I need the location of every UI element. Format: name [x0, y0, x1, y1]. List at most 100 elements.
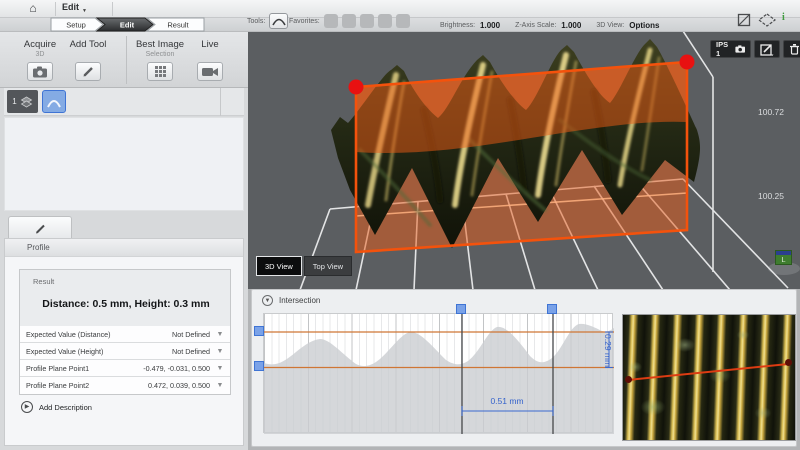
right-marker-handle[interactable]: [547, 304, 557, 314]
property-label: Profile Plane Point1: [20, 364, 89, 373]
upper-line-handle[interactable]: [254, 326, 264, 336]
chevron-down-icon[interactable]: ▼: [210, 365, 230, 372]
add-tool-title: Add Tool: [62, 39, 114, 50]
trash-icon: [789, 43, 800, 55]
menubar-divider: [55, 2, 56, 16]
menu-edit[interactable]: Edit▼: [62, 2, 87, 14]
tool-thumbnail-strip: 1: [4, 88, 244, 116]
chevron-down-icon[interactable]: ▼: [210, 331, 230, 338]
tool-list-empty-area: [4, 117, 244, 211]
profile-tool-button[interactable]: [269, 13, 288, 29]
video-camera-icon: [201, 66, 219, 78]
intersection-panel: ▼ Intersection 0.51 mm 0.29 mm: [251, 289, 797, 447]
property-value: 0.472, 0.039, 0.500: [148, 381, 210, 390]
grid-icon: [154, 65, 167, 78]
info-icon[interactable]: i: [782, 12, 785, 23]
plane-view-button[interactable]: [757, 11, 777, 29]
view3d-options[interactable]: Options: [629, 21, 659, 30]
chevron-down-icon[interactable]: ▼: [210, 348, 230, 355]
brightness-value[interactable]: 1.000: [480, 21, 500, 30]
property-row-expected-height[interactable]: Expected Value (Height) Not Defined ▼: [20, 343, 230, 360]
z-axis-label-top: 100.72: [748, 107, 794, 117]
pencil-icon: [82, 65, 95, 78]
plane-endpoint-left[interactable]: [349, 80, 364, 95]
tab-setup-label: Setup: [66, 21, 86, 30]
edit-profile-tab[interactable]: [8, 216, 72, 239]
view-3d-button[interactable]: 3D View: [256, 256, 302, 276]
dataset-index: 1: [12, 97, 16, 106]
profile-chart[interactable]: 0.51 mm 0.29 mm: [263, 313, 613, 433]
home-icon[interactable]: ⌂: [18, 1, 48, 17]
dataset-thumbnail[interactable]: 1: [7, 90, 38, 113]
profile-line-overlay[interactable]: [628, 363, 788, 381]
profile-tool-thumbnail-selected[interactable]: [42, 90, 66, 113]
surface-photo[interactable]: [622, 314, 796, 441]
orientation-cube[interactable]: L: [766, 248, 800, 278]
tool-header-divider: [126, 36, 127, 84]
favorite-slot[interactable]: [360, 14, 374, 28]
live-button[interactable]: [197, 62, 223, 81]
delete-button[interactable]: [783, 40, 800, 58]
annotate-button[interactable]: [754, 40, 780, 58]
capture-cluster: IPS 1: [710, 40, 800, 58]
plane-endpoint-right[interactable]: [680, 55, 695, 70]
left-marker-handle[interactable]: [456, 304, 466, 314]
profile-line-endpoint-left[interactable]: [625, 376, 632, 383]
tools-cluster: Tools:: [247, 12, 288, 30]
strip-divider: [220, 88, 221, 116]
favorite-slot[interactable]: [342, 14, 356, 28]
profile-chart-svg: 0.51 mm 0.29 mm: [264, 314, 614, 434]
tool-header: Acquire 3D Add Tool Best Image Selection…: [0, 32, 248, 88]
result-label: Result: [33, 277, 54, 286]
zscale-value[interactable]: 1.000: [561, 21, 581, 30]
cube-box: L: [775, 250, 792, 265]
left-panel: Acquire 3D Add Tool Best Image Selection…: [0, 32, 248, 450]
z-axis-label-bottom: 100.25: [748, 191, 794, 201]
favorite-slot[interactable]: [378, 14, 392, 28]
fit-region-icon: [736, 12, 752, 28]
view-toggle: 3D View Top View: [256, 256, 352, 276]
profile-line-endpoint-right[interactable]: [785, 359, 792, 366]
add-description[interactable]: ▶ Add Description: [21, 401, 92, 413]
favorite-slot[interactable]: [324, 14, 338, 28]
profile-wave-fill: [264, 324, 614, 434]
collapse-icon[interactable]: ▼: [262, 295, 273, 306]
profile-curve-icon: [272, 16, 286, 26]
chevron-down-icon[interactable]: ▼: [210, 382, 230, 389]
best-image-button[interactable]: [147, 62, 173, 81]
tab-edit-label: Edit: [120, 21, 135, 30]
property-value: Not Defined: [172, 347, 210, 356]
height-dimension-label: 0.29 mm: [603, 334, 613, 367]
viewport-3d[interactable]: IPS 1 100.72 100.25 3D View Top: [248, 32, 800, 289]
property-label: Expected Value (Distance): [20, 330, 111, 339]
camera-icon: [735, 44, 745, 54]
property-label: Expected Value (Height): [20, 347, 103, 356]
property-rows: Expected Value (Distance) Not Defined ▼ …: [19, 326, 231, 395]
intersection-header[interactable]: ▼ Intersection: [262, 295, 320, 306]
tools-label: Tools:: [247, 18, 265, 25]
property-row-plane-point2[interactable]: Profile Plane Point2 0.472, 0.039, 0.500…: [20, 377, 230, 394]
lower-line-handle[interactable]: [254, 361, 264, 371]
zscale-label: Z-Axis Scale:: [515, 22, 556, 29]
favorites-cluster: Favorites:: [289, 12, 410, 30]
profile-panel-title: Profile: [5, 239, 243, 257]
width-dimension-label: 0.51 mm: [490, 396, 523, 406]
fit-region-button[interactable]: [734, 11, 754, 29]
ips-label: IPS 1: [716, 40, 731, 58]
workflow-tabs: Setup Edit Result: [50, 17, 206, 32]
favorites-label: Favorites:: [289, 18, 320, 25]
tab-result-label: Result: [167, 21, 189, 30]
property-value: Not Defined: [172, 330, 210, 339]
ips-capture-button[interactable]: IPS 1: [710, 40, 751, 58]
view-settings: Brightness: 1.000 Z-Axis Scale: 1.000 3D…: [440, 18, 669, 32]
acquire-button[interactable]: [27, 62, 53, 81]
profile-curve-icon: [46, 96, 62, 108]
add-tool-button[interactable]: [75, 62, 101, 81]
property-row-plane-point1[interactable]: Profile Plane Point1 -0.479, -0.031, 0.5…: [20, 360, 230, 377]
property-row-expected-distance[interactable]: Expected Value (Distance) Not Defined ▼: [20, 326, 230, 343]
favorite-slot[interactable]: [396, 14, 410, 28]
plane-diamond-icon: [758, 12, 776, 28]
view-top-button[interactable]: Top View: [304, 256, 352, 276]
result-box: Result Distance: 0.5 mm, Height: 0.3 mm: [19, 269, 231, 327]
scene-3d: [248, 32, 800, 289]
